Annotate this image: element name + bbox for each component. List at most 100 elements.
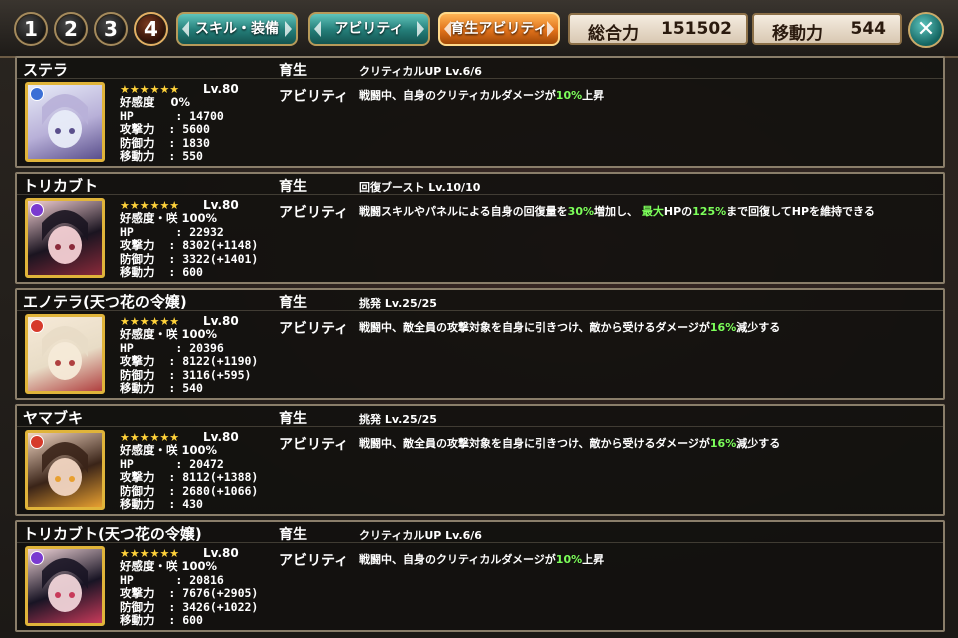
character-face-icon: [42, 210, 88, 264]
tab-growth-ability-label: 育生アビリティ: [450, 21, 548, 37]
desc-highlight: 16%: [709, 437, 737, 450]
close-button[interactable]: ✕: [908, 12, 944, 48]
character-level: Lv.80: [203, 546, 239, 560]
character-stats: 好感度・咲 100% HP : 22932 攻撃力 : 8302(+1148) …: [120, 211, 259, 280]
character-row[interactable]: ステラ ★★★★★★ Lv.80 好感度 0% HP : 14700 攻撃力 :…: [15, 56, 945, 168]
desc-highlight: 10%: [555, 89, 583, 102]
growth-skill-name: クリティカルUP Lv.6/6: [359, 529, 482, 542]
page-button-4[interactable]: 4: [134, 12, 168, 46]
character-name: ステラ: [23, 61, 69, 79]
desc-highlight: 最大: [641, 205, 664, 218]
character-stats: 好感度 0% HP : 14700 攻撃力 : 5600 防御力 : 1830 …: [120, 95, 224, 164]
tab-ability[interactable]: アビリティ: [308, 12, 430, 46]
growth-skill-name: 挑発 Lv.25/25: [359, 413, 437, 426]
desc-text: 戦闘スキルやパネルによる自身の回復量を: [359, 205, 568, 218]
character-name: トリカブト(天つ花の令嬢): [23, 525, 202, 543]
def-value: 防御力 : 3322(+1401): [120, 251, 259, 266]
character-face-icon: [42, 558, 88, 612]
character-stats: 好感度・咲 100% HP : 20396 攻撃力 : 8122(+1190) …: [120, 327, 259, 396]
growth-skill-name: 挑発 Lv.25/25: [359, 297, 437, 310]
total-power-value: 151502: [661, 19, 732, 39]
right-arrow-icon: [285, 21, 292, 37]
desc-text: まで回復してHPを維持できる: [726, 205, 875, 218]
growth-skill-name: クリティカルUP Lv.6/6: [359, 65, 482, 78]
desc-highlight: 16%: [709, 321, 737, 334]
left-arrow-icon: [314, 21, 321, 37]
ability-description: 戦闘中、敵全員の攻撃対象を自身に引きつけ、敵から受けるダメージが16%減少する: [359, 435, 939, 451]
character-row[interactable]: トリカブト ★★★★★★ Lv.80 好感度・咲 100% HP : 22932…: [15, 172, 945, 284]
hp-value: HP : 14700: [120, 108, 224, 123]
character-stats: 好感度・咲 100% HP : 20472 攻撃力 : 8112(+1388) …: [120, 443, 259, 512]
def-value: 防御力 : 3116(+595): [120, 367, 252, 382]
growth-label: 育生: [279, 179, 307, 195]
desc-text: 減少する: [736, 321, 781, 334]
ability-label: アビリティ: [279, 205, 349, 221]
growth-label: 育生: [279, 411, 307, 427]
character-row[interactable]: ヤマブキ ★★★★★★ Lv.80 好感度・咲 100% HP : 20472 …: [15, 404, 945, 516]
growth-label: 育生: [279, 527, 307, 543]
row-divider: [17, 426, 943, 427]
tab-growth-ability[interactable]: 育生アビリティ: [438, 12, 560, 46]
hp-value: HP : 20396: [120, 340, 224, 355]
right-arrow-icon: [417, 21, 424, 37]
character-level: Lv.80: [203, 82, 239, 96]
desc-text: 増加し、: [594, 205, 639, 218]
ability-description: 戦闘中、敵全員の攻撃対象を自身に引きつけ、敵から受けるダメージが16%減少する: [359, 319, 939, 335]
def-value: 防御力 : 2680(+1066): [120, 483, 259, 498]
total-power-label: 総合力: [588, 24, 639, 44]
character-face-icon: [42, 326, 88, 380]
growth-label: 育生: [279, 63, 307, 79]
character-portrait[interactable]: [25, 430, 105, 510]
atk-value: 攻撃力 : 7676(+2905): [120, 586, 259, 601]
character-face-icon: [42, 442, 88, 496]
character-name: エノテラ(天つ花の令嬢): [23, 293, 187, 311]
affection-value: 好感度・咲 100%: [120, 211, 218, 225]
def-value: 防御力 : 3426(+1022): [120, 599, 259, 614]
move-power-plate: 移動力 544: [752, 13, 902, 45]
desc-text: 戦闘中、自身のクリティカルダメージが: [359, 89, 556, 102]
character-portrait[interactable]: [25, 82, 105, 162]
atk-value: 攻撃力 : 8302(+1148): [120, 238, 259, 253]
character-row[interactable]: トリカブト(天つ花の令嬢) ★★★★★★ Lv.80 好感度・咲 100% HP…: [15, 520, 945, 632]
close-icon: ✕: [916, 17, 936, 42]
character-portrait[interactable]: [25, 198, 105, 278]
desc-text: HPの: [663, 205, 693, 218]
move-power-label: 移動力: [772, 24, 823, 44]
total-power-plate: 総合力 151502: [568, 13, 748, 45]
affection-value: 好感度・咲 100%: [120, 559, 218, 573]
ability-label: アビリティ: [279, 437, 349, 453]
left-arrow-icon: [182, 21, 189, 37]
ability-label: アビリティ: [279, 553, 349, 569]
move-power-value: 544: [850, 19, 887, 39]
character-face-icon: [42, 94, 88, 148]
def-value: 防御力 : 1830: [120, 135, 210, 150]
page-button-2[interactable]: 2: [54, 12, 88, 46]
move-value: 移動力 : 600: [120, 265, 203, 280]
move-value: 移動力 : 430: [120, 497, 203, 512]
character-portrait[interactable]: [25, 546, 105, 626]
top-bar: 1 2 3 4 スキル・装備 アビリティ 育生アビリティ 総合力 151502 …: [0, 0, 958, 58]
hp-value: HP : 22932: [120, 224, 224, 239]
desc-text: 戦闘中、自身のクリティカルダメージが: [359, 553, 556, 566]
character-row[interactable]: エノテラ(天つ花の令嬢) ★★★★★★ Lv.80 好感度・咲 100% HP …: [15, 288, 945, 400]
character-level: Lv.80: [203, 430, 239, 444]
left-arrow-icon: [444, 21, 451, 37]
character-level: Lv.80: [203, 314, 239, 328]
growth-skill-name: 回復ブースト Lv.10/10: [359, 181, 481, 194]
character-name: ヤマブキ: [23, 409, 84, 427]
hp-value: HP : 20472: [120, 456, 224, 471]
atk-value: 攻撃力 : 5600: [120, 122, 210, 137]
character-name: トリカブト: [23, 177, 99, 195]
move-value: 移動力 : 540: [120, 381, 203, 396]
desc-highlight: 10%: [555, 553, 583, 566]
tab-skill-equip[interactable]: スキル・装備: [176, 12, 298, 46]
page-button-1[interactable]: 1: [14, 12, 48, 46]
affection-value: 好感度・咲 100%: [120, 327, 218, 341]
ability-description: 戦闘中、自身のクリティカルダメージが10%上昇: [359, 87, 939, 103]
desc-highlight: 30%: [567, 205, 595, 218]
page-button-3[interactable]: 3: [94, 12, 128, 46]
character-portrait[interactable]: [25, 314, 105, 394]
right-arrow-icon: [547, 21, 554, 37]
move-value: 移動力 : 600: [120, 613, 203, 628]
atk-value: 攻撃力 : 8122(+1190): [120, 354, 259, 369]
